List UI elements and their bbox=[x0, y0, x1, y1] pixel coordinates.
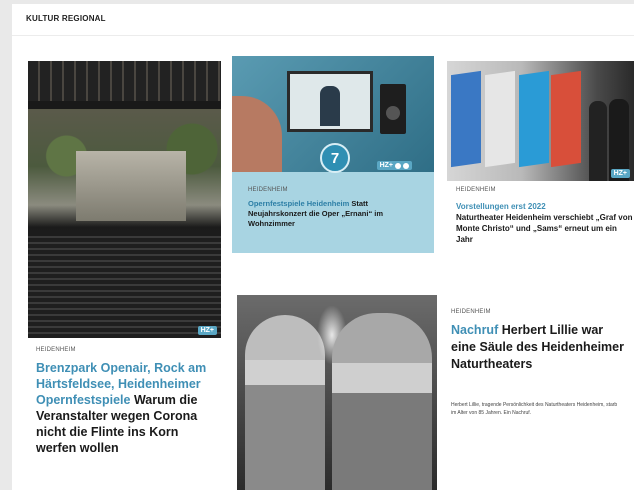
poster-graphic bbox=[451, 70, 481, 168]
roof-graphic bbox=[28, 61, 221, 103]
person-graphic bbox=[245, 315, 325, 490]
article-3-image[interactable]: HZ+ bbox=[447, 61, 634, 181]
premium-badge-label: HZ+ bbox=[200, 327, 214, 334]
article-2-card[interactable]: HZ+ 7 HEIDENHEIM Opernfestspiele Heidenh… bbox=[232, 56, 434, 253]
section-title: KULTUR REGIONAL bbox=[26, 14, 106, 23]
article-2-kicker: Opernfestspiele Heidenheim bbox=[248, 199, 350, 208]
singer-graphic bbox=[320, 86, 340, 126]
seats-graphic bbox=[28, 236, 221, 338]
article-4-dateline: HEIDENHEIM bbox=[451, 309, 491, 315]
stage-graphic bbox=[76, 151, 186, 221]
person-graphic bbox=[589, 101, 607, 181]
article-1-dateline: HEIDENHEIM bbox=[36, 347, 76, 353]
article-4-teaser: Herbert Lillie, tragende Persönlichkeit … bbox=[451, 402, 618, 416]
article-3-headline[interactable]: Vorstellungen erst 2022 Naturtheater Hei… bbox=[456, 201, 634, 245]
premium-badge: HZ+ bbox=[610, 169, 630, 178]
play-dot-icon bbox=[395, 162, 401, 169]
premium-badge-label: HZ+ bbox=[379, 162, 393, 169]
play-dot-icon bbox=[403, 162, 409, 169]
article-4-kicker: Nachruf bbox=[451, 323, 499, 337]
article-3-kicker: Vorstellungen erst 2022 bbox=[456, 202, 546, 211]
section-divider bbox=[12, 35, 634, 36]
article-4-headline[interactable]: Nachruf Herbert Lillie war eine Säule de… bbox=[451, 322, 631, 373]
poster-graphic bbox=[485, 70, 515, 168]
tv-graphic bbox=[287, 71, 373, 132]
article-4-image[interactable] bbox=[237, 295, 437, 490]
poster-graphic bbox=[551, 70, 581, 168]
poster-graphic bbox=[519, 70, 549, 168]
premium-badge: HZ+ bbox=[376, 161, 412, 170]
article-3-title: Naturtheater Heidenheim verschiebt „Graf… bbox=[456, 213, 633, 244]
premium-badge-label: HZ+ bbox=[613, 170, 627, 177]
content-panel: KULTUR REGIONAL HZ+ HEIDENHEIM Brenzpark… bbox=[12, 4, 634, 490]
article-1-image[interactable]: HZ+ bbox=[28, 61, 221, 338]
beam-graphic bbox=[28, 101, 221, 109]
article-1-headline[interactable]: Brenzpark Openair, Rock am Härtsfeldsee,… bbox=[36, 360, 214, 456]
person-graphic bbox=[332, 313, 432, 490]
article-2-headline: Opernfestspiele Heidenheim Statt Neujahr… bbox=[248, 199, 428, 229]
step-marker: 7 bbox=[320, 143, 350, 173]
premium-badge: HZ+ bbox=[197, 326, 217, 335]
article-2-dateline: HEIDENHEIM bbox=[248, 187, 288, 193]
speaker-graphic bbox=[380, 84, 406, 134]
hand-graphic bbox=[232, 96, 282, 172]
article-3-dateline: HEIDENHEIM bbox=[456, 187, 496, 193]
